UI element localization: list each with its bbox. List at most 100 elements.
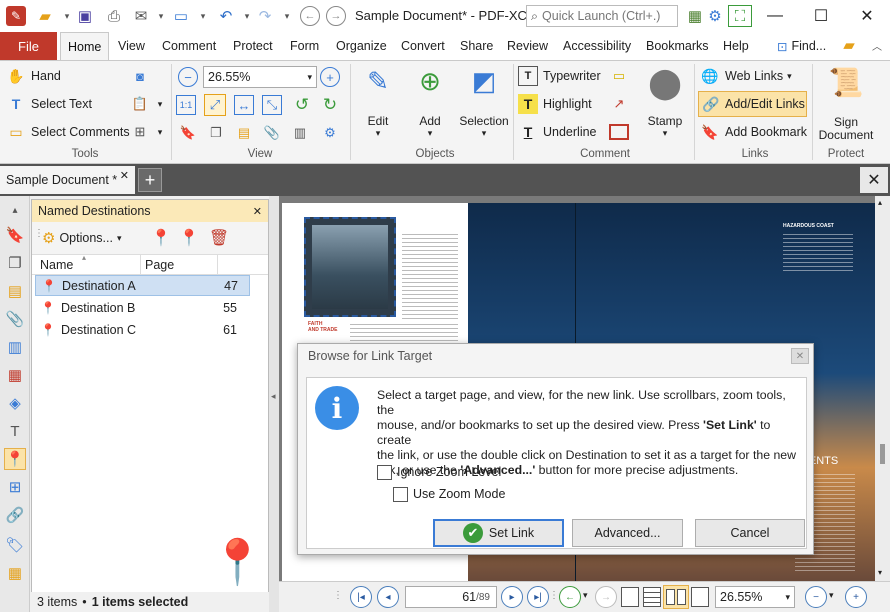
zoom-select[interactable]: 26.55% ▾ xyxy=(203,66,317,88)
dropdown-icon[interactable]: ▾ xyxy=(150,5,172,27)
add-button[interactable]: ⊕ Add ▾ xyxy=(410,66,450,146)
destinations-panel-icon[interactable]: ▥ xyxy=(4,336,26,358)
first-page-button[interactable]: |◂ xyxy=(350,586,372,608)
list-item[interactable]: 📍 Destination A 47 xyxy=(35,275,250,296)
zoom-select-bottom[interactable]: 26.55% ▾ xyxy=(715,586,795,608)
print-icon[interactable]: ⎙ xyxy=(103,5,125,27)
tab-review[interactable]: Review xyxy=(500,32,555,60)
close-tab-icon[interactable]: ✕ xyxy=(120,169,129,182)
dialog-close-button[interactable]: ✕ xyxy=(791,348,809,364)
sign-document-button[interactable]: 📜 Sign Document xyxy=(815,66,877,146)
last-page-button[interactable]: ▸| xyxy=(527,586,549,608)
select-all-icon[interactable]: ⊞ xyxy=(130,122,150,142)
close-button[interactable]: ✕ xyxy=(844,0,890,32)
bookmark-icon[interactable]: 🔖 xyxy=(178,123,198,143)
next-view-button[interactable]: → xyxy=(595,586,617,608)
previous-page-button[interactable]: ◂ xyxy=(377,586,399,608)
document-tab[interactable]: Sample Document * ✕ xyxy=(0,166,135,194)
settings-icon[interactable]: ⚙ xyxy=(704,5,726,27)
tab-share[interactable]: Share xyxy=(453,32,500,60)
back-icon[interactable]: ← xyxy=(300,6,320,26)
hand-tool-button[interactable]: ✋ Hand xyxy=(6,66,61,86)
tab-comment[interactable]: Comment xyxy=(155,32,223,60)
tab-convert[interactable]: Convert xyxy=(394,32,452,60)
rectangle-icon[interactable] xyxy=(609,124,629,140)
next-page-button[interactable]: ▸ xyxy=(501,586,523,608)
redo-icon[interactable]: ↷ xyxy=(254,5,276,27)
tab-organize[interactable]: Organize xyxy=(329,32,394,60)
set-link-button[interactable]: ✔ Set Link xyxy=(433,519,564,547)
email-icon[interactable]: ✉ xyxy=(130,5,152,27)
signatures-panel-icon[interactable]: ▦ xyxy=(4,364,26,386)
scroll-thumb[interactable] xyxy=(880,444,885,464)
dropdown-icon[interactable]: ▾ xyxy=(276,5,298,27)
add-bookmark-button[interactable]: 🔖 Add Bookmark xyxy=(700,122,807,142)
highlight-button[interactable]: T Highlight xyxy=(518,94,592,114)
open-folder-icon[interactable]: ▰ xyxy=(34,5,56,27)
continuous-icon[interactable] xyxy=(643,587,661,607)
scanner-icon[interactable]: ▭ xyxy=(170,5,192,27)
dropdown-icon[interactable]: ▾ xyxy=(829,590,834,601)
use-zoom-mode-label[interactable]: Use Zoom Mode xyxy=(413,487,505,501)
dropdown-icon[interactable]: ▾ xyxy=(192,5,214,27)
app-logo-icon[interactable]: ✎ xyxy=(6,6,26,26)
bookmarks-panel-icon[interactable]: 🔖 xyxy=(4,224,26,246)
tab-home[interactable]: Home xyxy=(60,32,110,60)
column-name[interactable]: Name xyxy=(40,258,73,272)
underline-button[interactable]: T Underline xyxy=(518,122,597,142)
collapse-ribbon-icon[interactable]: ︿ xyxy=(866,34,888,56)
page-number-input[interactable]: 61/89 xyxy=(405,586,497,608)
sticky-note-icon[interactable]: ▭ xyxy=(609,66,629,86)
tab-help[interactable]: Help xyxy=(716,32,756,60)
fit-visible-icon[interactable]: ⤡ xyxy=(262,95,282,115)
dropdown-icon[interactable]: ▾ xyxy=(583,590,588,601)
list-item[interactable]: 📍 Destination B 55 xyxy=(35,297,250,318)
scroll-down-icon[interactable]: ▾ xyxy=(878,568,882,577)
rotate-right-icon[interactable]: ↻ xyxy=(320,95,340,115)
save-icon[interactable]: ▣ xyxy=(74,5,96,27)
tab-bookmarks[interactable]: Bookmarks xyxy=(639,32,716,60)
edit-button[interactable]: ✎ Edit ▾ xyxy=(358,66,398,146)
undo-icon[interactable]: ↶ xyxy=(215,5,237,27)
find-button[interactable]: ⊡ Find... xyxy=(770,32,833,60)
typewriter-button[interactable]: T Typewriter xyxy=(518,66,601,86)
panel-splitter[interactable]: ◂ xyxy=(269,196,279,612)
zoom-out-bottom-button[interactable]: − xyxy=(805,586,827,608)
cancel-button[interactable]: Cancel xyxy=(695,519,805,547)
named-destinations-panel-icon[interactable]: 📍 xyxy=(4,448,26,470)
tags-panel-icon[interactable]: 🏷 xyxy=(4,534,26,556)
tab-protect[interactable]: Protect xyxy=(226,32,280,60)
close-panel-icon[interactable]: ✕ xyxy=(253,205,262,218)
select-comments-button[interactable]: ▭ Select Comments xyxy=(6,122,129,142)
delete-icon[interactable]: 🗑 xyxy=(207,226,231,250)
arrow-icon[interactable]: ↗ xyxy=(609,94,629,114)
dropdown-icon[interactable]: ▾ xyxy=(150,122,170,142)
new-tab-button[interactable]: + xyxy=(138,168,162,192)
actual-size-icon[interactable]: 1:1 xyxy=(176,95,196,115)
folder-search-icon[interactable]: ▰ xyxy=(838,34,860,56)
attachments-panel-icon[interactable]: 📎 xyxy=(4,308,26,330)
tab-view[interactable]: View xyxy=(111,32,152,60)
options-button[interactable]: ⚙ Options... ▾ xyxy=(42,226,121,250)
single-page-icon[interactable] xyxy=(621,587,639,607)
content-panel-icon[interactable]: T xyxy=(4,420,26,442)
comments-panel-icon[interactable]: ▤ xyxy=(4,280,26,302)
use-zoom-mode-checkbox[interactable] xyxy=(393,487,408,502)
close-document-button[interactable]: ✕ xyxy=(860,167,888,193)
fit-page-icon[interactable]: ⤢ xyxy=(204,94,226,116)
page-properties-icon[interactable]: ▥ xyxy=(290,123,310,143)
forward-icon[interactable]: → xyxy=(326,6,346,26)
maximize-button[interactable]: ☐ xyxy=(798,0,844,32)
thumbnails-icon[interactable]: ❐ xyxy=(206,123,226,143)
ribbon-options-icon[interactable]: ▦ xyxy=(684,5,706,27)
rotate-left-icon[interactable]: ↺ xyxy=(292,95,312,115)
fullscreen-icon[interactable]: ⛶ xyxy=(728,5,752,27)
minimize-button[interactable]: — xyxy=(752,0,798,32)
sidebar-scroll-up-icon[interactable]: ▴ xyxy=(4,199,26,221)
previous-view-button[interactable]: ← xyxy=(559,586,581,608)
add-destination-icon[interactable]: 📍 xyxy=(149,226,173,250)
clipboard-icon[interactable]: 📋 xyxy=(130,94,150,114)
scroll-up-icon[interactable]: ▴ xyxy=(878,198,882,207)
comments-icon[interactable]: ▤ xyxy=(234,123,254,143)
quick-launch-input[interactable]: ⌕ Quick Launch (Ctrl+.) xyxy=(526,5,678,27)
